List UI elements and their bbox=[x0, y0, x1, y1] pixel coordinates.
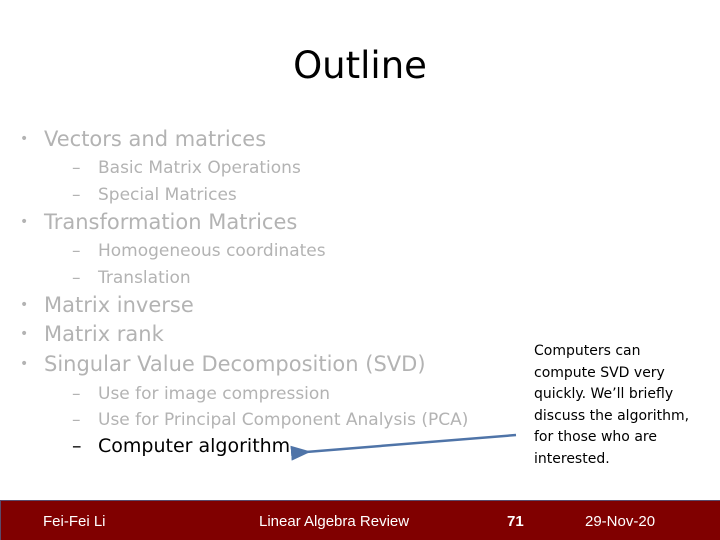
footer-date: 29-Nov-20 bbox=[585, 513, 656, 530]
outline-item-label: Computer algorithm bbox=[98, 435, 291, 457]
outline-item-label: Basic Matrix Operations bbox=[98, 158, 301, 178]
slide-title: Outline bbox=[293, 44, 427, 87]
outline-item-label: Vectors and matrices bbox=[44, 127, 267, 151]
dash-icon: – bbox=[72, 268, 81, 288]
outline-item-label: Singular Value Decomposition (SVD) bbox=[44, 352, 426, 376]
outline-item-label: Matrix rank bbox=[44, 322, 164, 346]
outline-subitem: – Basic Matrix Operations bbox=[72, 158, 301, 178]
outline-subitem: – Special Matrices bbox=[72, 185, 237, 205]
bullet-icon: • bbox=[20, 297, 29, 313]
dash-icon: – bbox=[72, 158, 81, 178]
outline-subitem: – Use for Principal Component Analysis (P… bbox=[72, 410, 468, 430]
outline-item: • Vectors and matrices bbox=[16, 127, 266, 151]
outline-item-label: Transformation Matrices bbox=[44, 210, 298, 234]
bullet-icon: • bbox=[20, 214, 29, 230]
bullet-icon: • bbox=[20, 356, 29, 372]
outline-item-label: Use for Principal Component Analysis (PC… bbox=[98, 410, 469, 430]
footer-course: Linear Algebra Review bbox=[259, 513, 410, 530]
outline-item: • Transformation Matrices bbox=[16, 210, 297, 234]
outline-item-label: Use for image compression bbox=[98, 384, 331, 404]
footer-page-number: 71 bbox=[507, 513, 524, 530]
outline-item: • Matrix rank bbox=[16, 322, 164, 346]
dash-icon: – bbox=[72, 241, 81, 261]
annotation-note: Computers can compute SVD very quickly. … bbox=[534, 343, 690, 467]
dash-icon: – bbox=[72, 384, 81, 404]
outline-item-label: Translation bbox=[98, 268, 191, 288]
outline-item-label: Homogeneous coordinates bbox=[98, 241, 326, 261]
bullet-icon: • bbox=[20, 131, 29, 147]
outline-item-label: Matrix inverse bbox=[44, 293, 194, 317]
outline-subitem: – Translation bbox=[72, 268, 191, 288]
outline-subitem: – Use for image compression bbox=[72, 384, 330, 404]
dash-icon: – bbox=[72, 435, 82, 457]
footer-bar: Fei-Fei Li Linear Algebra Review 71 29-N… bbox=[0, 500, 720, 540]
outline-item: • Matrix inverse bbox=[16, 293, 194, 317]
outline-subitem-current: – Computer algorithm bbox=[72, 435, 290, 457]
dash-icon: – bbox=[72, 185, 81, 205]
outline-item: • Singular Value Decomposition (SVD) bbox=[16, 352, 426, 376]
arrow-line-icon bbox=[290, 433, 517, 461]
dash-icon: – bbox=[72, 410, 81, 430]
outline-item-label: Special Matrices bbox=[98, 185, 237, 205]
bullet-icon: • bbox=[20, 326, 29, 342]
footer-author: Fei-Fei Li bbox=[43, 513, 106, 530]
outline-subitem: – Homogeneous coordinates bbox=[72, 241, 326, 261]
